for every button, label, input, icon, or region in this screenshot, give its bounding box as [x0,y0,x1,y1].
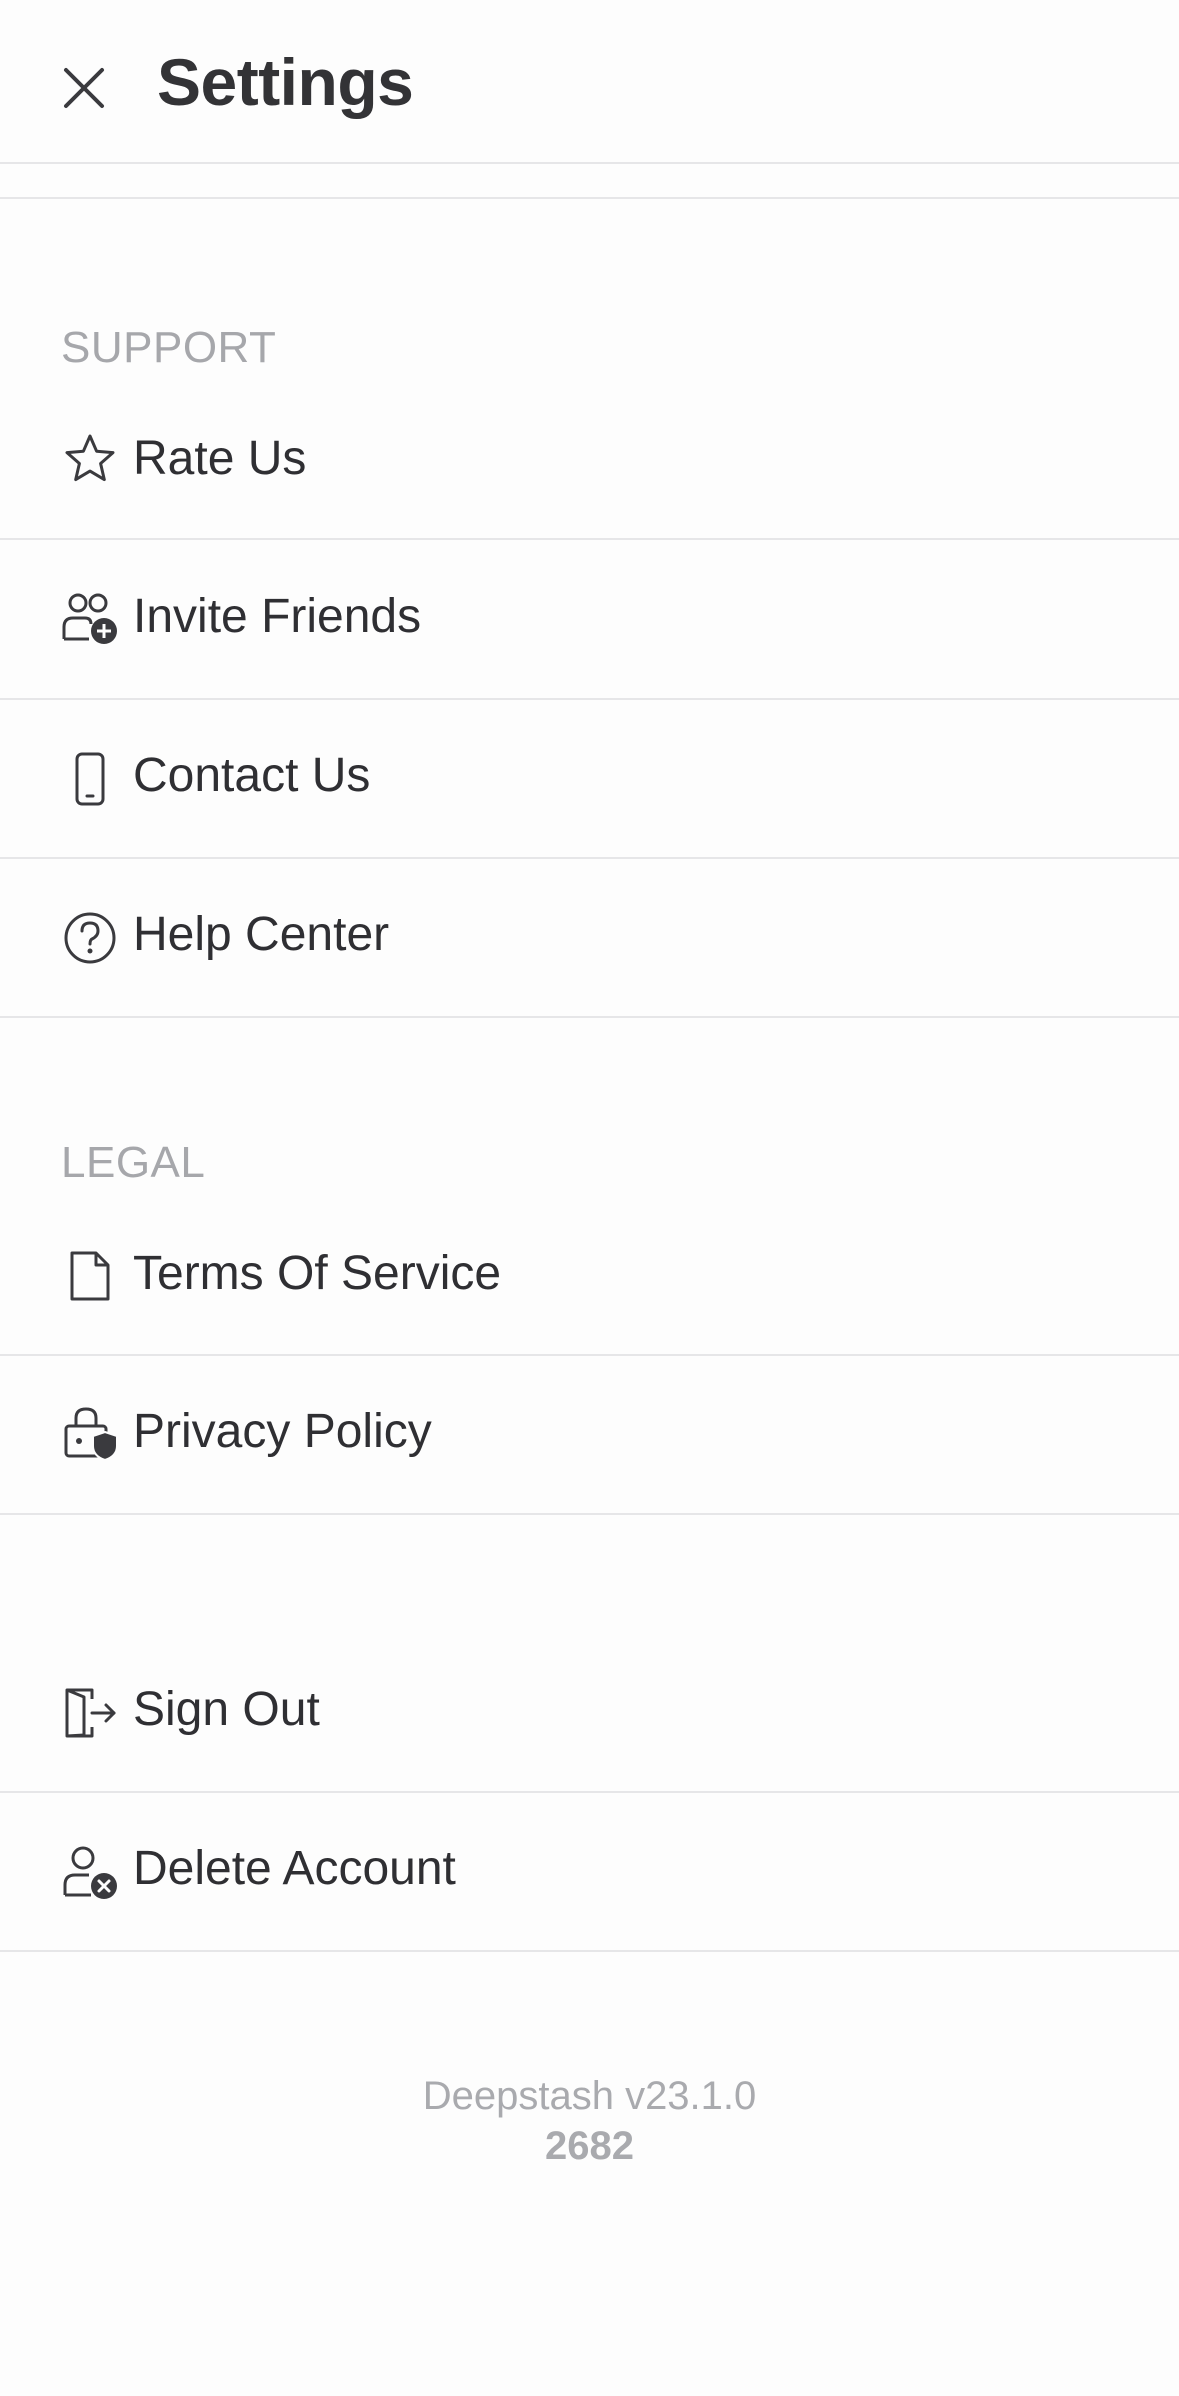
build-number: 2682 [545,2124,634,2168]
invite-users-icon [60,588,120,648]
terms-of-service-label: Terms Of Service [133,1247,502,1300]
invite-friends-label: Invite Friends [133,590,422,643]
invite-friends-row[interactable]: Invite Friends [0,540,1179,700]
star-icon [60,429,120,489]
terms-of-service-row[interactable]: Terms Of Service [0,1196,1179,1356]
privacy-policy-row[interactable]: Privacy Policy [0,1355,1179,1515]
delete-account-label: Delete Account [133,1842,456,1895]
privacy-policy-label: Privacy Policy [133,1405,432,1458]
divider [0,197,1179,199]
close-button[interactable] [54,58,114,118]
help-center-label: Help Center [133,908,390,961]
contact-us-label: Contact Us [133,749,371,802]
delete-account-row[interactable]: Delete Account [0,1792,1179,1952]
header-bar: Settings [0,0,1179,164]
rate-us-label: Rate Us [133,432,307,485]
close-icon [64,68,104,108]
sign-out-row[interactable]: Sign Out [0,1633,1179,1793]
rate-us-row[interactable]: Rate Us [0,380,1179,540]
sign-out-icon [60,1683,120,1743]
document-icon [60,1246,120,1306]
help-circle-icon [60,908,120,968]
page-title: Settings [157,45,414,119]
lock-shield-icon [60,1403,120,1463]
phone-icon [60,749,120,809]
app-version: Deepstash v23.1.0 [422,2074,757,2118]
delete-user-icon [60,1842,120,1902]
contact-us-row[interactable]: Contact Us [0,699,1179,859]
help-center-row[interactable]: Help Center [0,858,1179,1018]
section-header-support: SUPPORT [61,323,277,372]
section-header-legal: LEGAL [61,1138,206,1187]
sign-out-label: Sign Out [133,1683,320,1736]
